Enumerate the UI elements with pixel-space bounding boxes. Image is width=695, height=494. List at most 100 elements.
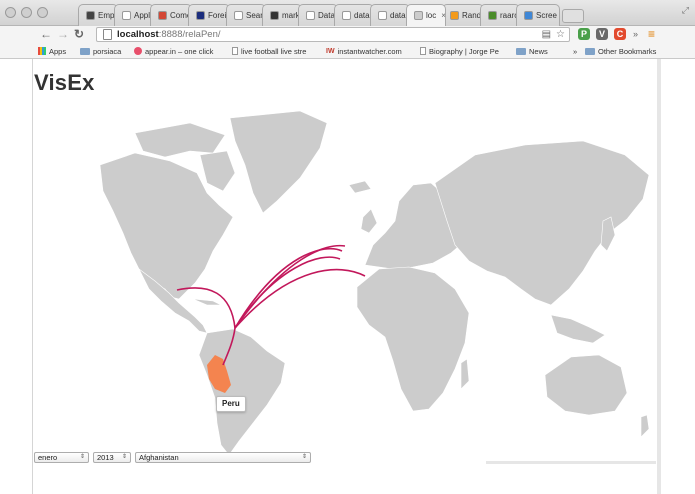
favicon-icon [306,11,315,20]
new-tab-button[interactable] [562,9,584,23]
pocket-icon[interactable]: V [596,28,608,40]
url-host: localhost [117,29,159,40]
bookmark-label: » [573,46,578,56]
world-map [99,110,650,456]
browser-tab[interactable]: loc × [406,4,446,26]
apps-icon [38,47,46,55]
browser-tab[interactable]: Searc [226,4,266,26]
star-icon[interactable]: ☆ [556,29,565,40]
page-icon [420,47,426,55]
omnibox-actions: ▤ ☆ [542,29,565,40]
baffin-island[interactable] [199,150,236,192]
bookmark-label: Other Bookmarks [598,46,657,56]
bookmark-item[interactable]: IW instantwatcher.com [326,44,402,58]
close-window-button[interactable] [5,7,16,18]
bookmarks-overflow-button[interactable]: » [573,44,577,58]
toolbar: ← → ↻ localhost:8888/relaPen/ ▤ ☆ P V C … [0,26,695,43]
british-isles[interactable] [360,208,378,234]
bookmark-item[interactable]: Apps [38,44,66,58]
arctic-islands[interactable] [134,122,226,158]
favicon-icon [378,11,387,20]
page-icon [232,47,238,55]
year-select[interactable]: 2013 ⇕ [93,452,131,463]
bookmark-item[interactable]: appear.in – one click [134,44,213,58]
madagascar[interactable] [460,358,470,390]
country-select[interactable]: Afghanistan ⇕ [135,452,311,463]
iceland[interactable] [348,180,372,194]
favicon-icon [488,11,497,20]
flow-line-france[interactable] [234,247,343,329]
bookmark-label: Apps [49,46,67,56]
bookmark-item[interactable]: porsiaca [80,44,121,58]
app-title: VisEx [34,70,95,95]
pushbullet-icon[interactable]: P [578,28,590,40]
folder-icon [585,47,595,55]
close-tab-icon[interactable]: × [441,11,445,20]
world-map-land [99,110,650,456]
browser-tab[interactable]: datam [370,4,410,26]
bookmark-item[interactable]: Other Bookmarks [585,44,656,58]
australia[interactable] [544,354,628,416]
browser-tab[interactable]: Emple [78,4,118,26]
browser-tab[interactable]: Rando [442,4,484,26]
page-left-gutter [0,59,33,494]
country-tooltip: Peru [216,396,246,412]
bookmark-item[interactable]: Biography | Jorge Pe [420,44,499,58]
greenland[interactable] [229,110,328,214]
filter-controls: enero ⇕ 2013 ⇕ Afghanistan ⇕ [34,452,311,464]
iw-icon: IW [326,47,335,55]
back-button[interactable]: ← [40,26,52,43]
bookmark-label: News [529,46,548,56]
appear-icon [134,47,142,55]
flow-line-spain[interactable] [234,256,341,329]
clipper-icon[interactable]: C [614,28,626,40]
favicon-icon [158,11,167,20]
favicon-icon [414,11,423,20]
zoom-window-button[interactable] [37,7,48,18]
year-select-value: 2013 [97,453,114,462]
caribbean-islands[interactable] [192,298,222,306]
flow-line-usa[interactable] [176,287,236,329]
address-bar[interactable]: localhost:8888/relaPen/ ▤ ☆ [96,27,570,42]
southeast-asia-islands[interactable] [550,314,606,344]
select-caret-icon: ⇕ [301,454,307,460]
favicon-icon [234,11,243,20]
reader-icon[interactable]: ▤ [542,29,551,40]
tab-label: Scree [536,11,557,20]
new-zealand[interactable] [640,414,650,438]
bookmark-label: instantwatcher.com [337,46,402,56]
minimize-window-button[interactable] [21,7,32,18]
tabs: EmpleApplicComeForeigSearcmarkeDataMdata… [78,4,584,26]
reload-button[interactable]: ↻ [74,26,84,43]
horizontal-scrollbar[interactable] [486,461,656,464]
menu-icon[interactable]: ≡ [648,26,655,43]
forward-button[interactable]: → [57,26,69,43]
asia[interactable] [434,140,650,306]
page-icon [103,29,112,40]
browser-tab[interactable]: marke [262,4,302,26]
favicon-icon [270,11,279,20]
browser-tab[interactable]: datam [334,4,374,26]
bookmark-label: live football live stre [241,46,307,56]
overflow-extensions-icon[interactable]: » [633,26,638,43]
browser-tab[interactable]: Applic [114,4,154,26]
bookmark-label: porsiaca [93,46,122,56]
folder-icon [80,47,90,55]
month-select[interactable]: enero ⇕ [34,452,89,463]
browser-tab[interactable]: Foreig [188,4,230,26]
browser-tab[interactable]: Come [150,4,192,26]
fullscreen-icon[interactable]: ⤢ [682,5,689,16]
vertical-scrollbar[interactable] [657,59,661,494]
browser-tab[interactable]: DataM [298,4,338,26]
bookmark-label: appear.in – one click [145,46,214,56]
browser-tab[interactable]: raarc [480,4,520,26]
africa[interactable] [356,266,470,412]
south-america[interactable] [198,328,286,456]
url-path: :8888/relaPen/ [158,29,221,40]
flow-line-germany[interactable] [234,244,346,329]
favicon-icon [122,11,131,20]
favicon-icon [196,11,205,20]
bookmark-item[interactable]: live football live stre [232,44,306,58]
browser-tab[interactable]: Scree [516,4,560,26]
bookmark-item[interactable]: News [516,44,548,58]
